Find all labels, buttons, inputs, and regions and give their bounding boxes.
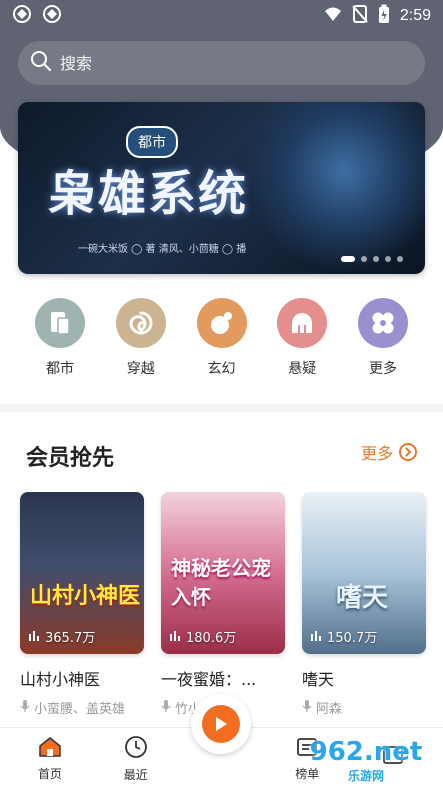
banner-character-art <box>245 102 425 274</box>
book-title[interactable]: 嗜天 <box>302 666 426 690</box>
banner-dot-active[interactable] <box>341 256 355 262</box>
status-left <box>12 4 62 28</box>
watermark-logo: 962.net 乐游网 <box>292 734 440 786</box>
book-author: 小蛮腰、盖英雄 <box>20 698 144 717</box>
view-count: 365.7万 <box>28 627 95 646</box>
category-fantasy[interactable]: 玄幻 <box>192 298 252 388</box>
cover-title: 神秘老公宠入怀 <box>171 556 271 609</box>
category-label: 穿越 <box>126 361 155 377</box>
clock-icon <box>124 735 148 762</box>
banner-credits: 一碗大米饭 ◯ 著 清风、小茴糖 ◯ 播 <box>78 244 247 255</box>
banner-dot[interactable] <box>385 256 391 262</box>
category-mystery[interactable]: 悬疑 <box>272 298 332 388</box>
book-title[interactable]: 山村小神医 <box>20 666 144 690</box>
section-divider <box>0 404 443 412</box>
banner-pagination <box>341 256 403 262</box>
bar-chart-icon <box>310 629 322 645</box>
category-more[interactable]: 更多 <box>353 298 413 388</box>
book-card[interactable]: 嗜天 150.7万 嗜天 阿森 <box>302 492 426 717</box>
orb-icon <box>196 298 247 348</box>
nav-recent[interactable]: 最近 <box>104 728 168 789</box>
bar-chart-icon <box>169 629 181 645</box>
category-label: 都市 <box>46 361 74 377</box>
microphone-icon <box>20 699 30 717</box>
search-bar[interactable] <box>18 41 425 85</box>
author-name: 小蛮腰、盖英雄 <box>34 702 126 717</box>
status-right: 2:59 <box>324 4 431 28</box>
banner-dot[interactable] <box>373 256 379 262</box>
notification-icon-2 <box>42 4 62 28</box>
clover-icon <box>358 298 408 348</box>
status-bar: 2:59 <box>0 0 443 32</box>
banner-dot[interactable] <box>397 256 403 262</box>
more-link[interactable]: 更多 <box>361 440 417 464</box>
nav-recent-label: 最近 <box>123 767 148 782</box>
swirl-icon <box>115 298 166 348</box>
chevron-right-icon <box>399 443 417 461</box>
cover-title: 嗜天 <box>336 583 389 613</box>
book-cover[interactable]: 嗜天 150.7万 <box>302 492 426 654</box>
category-row: 都市 穿越 玄幻 悬疑 更多 <box>16 298 427 388</box>
book-author: 阿森 <box>302 698 426 717</box>
banner-carousel[interactable]: 都市 枭雄系统 一碗大米饭 ◯ 著 清风、小茴糖 ◯ 播 <box>18 102 425 274</box>
cover-title: 山村小神医 <box>30 584 141 609</box>
play-button[interactable] <box>191 694 251 754</box>
book-cover[interactable]: 神秘老公宠入怀 180.6万 <box>161 492 285 654</box>
category-timetravel[interactable]: 穿越 <box>111 298 171 388</box>
book-title[interactable]: 一夜蜜婚：... <box>161 666 285 690</box>
view-count-value: 150.7万 <box>327 631 378 646</box>
book-card[interactable]: 山村小神医 365.7万 山村小神医 小蛮腰、盖英雄 <box>20 492 144 717</box>
watermark-bottom: 乐游网 <box>347 768 384 783</box>
no-sim-icon <box>352 5 368 27</box>
category-label: 悬疑 <box>288 361 317 377</box>
banner-title: 枭雄系统 <box>48 166 249 222</box>
play-icon <box>202 705 240 743</box>
helmet-icon <box>277 298 328 348</box>
book-card[interactable]: 神秘老公宠入怀 180.6万 一夜蜜婚：... 竹小春 <box>161 492 285 717</box>
section-title: 会员抢先 <box>26 446 115 471</box>
document-icon <box>35 298 85 348</box>
book-list: 山村小神医 365.7万 山村小神医 小蛮腰、盖英雄 神秘老公宠入怀 180.6… <box>20 492 426 717</box>
book-cover[interactable]: 山村小神医 365.7万 <box>20 492 144 654</box>
wifi-icon <box>324 6 342 26</box>
category-label: 玄幻 <box>207 361 236 377</box>
home-icon <box>38 736 62 761</box>
microphone-icon <box>302 699 312 717</box>
search-input[interactable] <box>60 53 380 73</box>
banner-dot[interactable] <box>361 256 367 262</box>
nav-home-label: 首页 <box>37 766 62 781</box>
view-count: 150.7万 <box>310 627 377 646</box>
category-urban[interactable]: 都市 <box>30 298 90 388</box>
watermark-top: 962.net <box>309 736 423 767</box>
author-name: 阿森 <box>316 702 343 717</box>
status-time: 2:59 <box>399 7 431 24</box>
search-icon <box>30 50 52 76</box>
view-count-value: 180.6万 <box>186 631 237 646</box>
category-label: 更多 <box>369 361 397 377</box>
more-label: 更多 <box>360 444 393 463</box>
notification-icon <box>12 4 32 28</box>
nav-home[interactable]: 首页 <box>18 728 82 789</box>
microphone-icon <box>161 699 171 717</box>
view-count-value: 365.7万 <box>45 631 96 646</box>
bar-chart-icon <box>28 629 40 645</box>
battery-icon <box>378 4 390 28</box>
view-count: 180.6万 <box>169 627 236 646</box>
